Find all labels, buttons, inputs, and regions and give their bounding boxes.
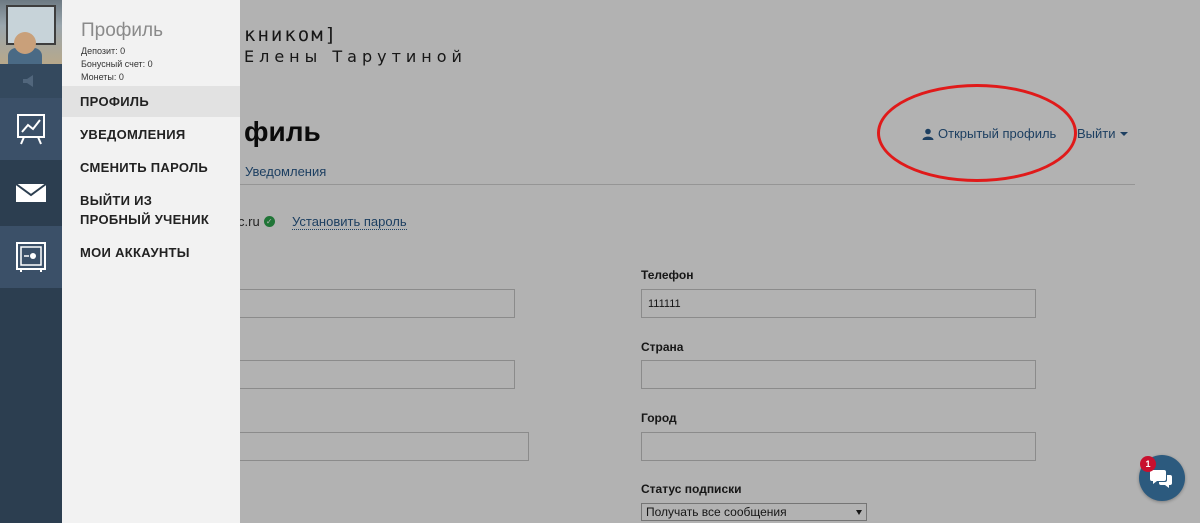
- subscription-select[interactable]: Получать все сообщения: [641, 503, 867, 521]
- rail-item-stats[interactable]: [0, 98, 62, 160]
- left-field-3[interactable]: [200, 432, 529, 461]
- bonus-balance: Бонусный счет: 0: [81, 59, 153, 69]
- city-field[interactable]: [641, 432, 1036, 461]
- email-text: c.ru: [238, 214, 260, 229]
- coins-balance: Монеты: 0: [81, 72, 124, 82]
- country-field[interactable]: [641, 360, 1036, 389]
- deposit-balance: Депозит: 0: [81, 46, 126, 56]
- chat-unread-badge: 1: [1140, 456, 1156, 472]
- rail-item-safe[interactable]: [0, 226, 62, 288]
- dropdown-arrow-icon: [856, 509, 862, 515]
- caret-down-icon: [1119, 131, 1128, 136]
- icon-rail: [0, 0, 62, 523]
- logout-dropdown[interactable]: Выйти: [1077, 126, 1128, 141]
- menu-item-my-accounts[interactable]: МОИ АККАУНТЫ: [62, 243, 240, 262]
- email-display: c.ru ✓: [238, 214, 275, 229]
- envelope-icon: [15, 183, 47, 202]
- surname-field[interactable]: [200, 360, 515, 389]
- brand-title: кником]: [244, 24, 339, 46]
- city-label: Город: [641, 411, 677, 425]
- verified-check-icon: ✓: [263, 216, 275, 227]
- menu-item-exit-trial[interactable]: ВЫЙТИ ИЗ ПРОБНЫЙ УЧЕНИК: [62, 191, 240, 229]
- name-field[interactable]: [200, 289, 515, 318]
- phone-label: Телефон: [641, 268, 694, 282]
- profile-menu-panel: Профиль Депозит: 0 Бонусный счет: 0 Моне…: [62, 0, 240, 523]
- set-password-link[interactable]: Установить пароль: [292, 214, 407, 230]
- avatar[interactable]: [0, 0, 62, 64]
- rail-item-messages[interactable]: [0, 162, 62, 224]
- safe-icon: [16, 242, 46, 272]
- annotation-circle: [877, 84, 1077, 182]
- subscription-value: Получать все сообщения: [646, 505, 787, 519]
- speaker-icon[interactable]: [0, 64, 62, 98]
- brand-subtitle: Елены Тарутиной: [244, 47, 467, 66]
- tab-notifications[interactable]: Уведомления: [245, 164, 326, 179]
- country-label: Страна: [641, 340, 684, 354]
- phone-field[interactable]: 111111: [641, 289, 1036, 318]
- logout-label: Выйти: [1077, 126, 1116, 141]
- tabs-divider: [230, 184, 1135, 185]
- menu-item-change-password[interactable]: СМЕНИТЬ ПАРОЛЬ: [62, 158, 240, 177]
- menu-item-notifications[interactable]: УВЕДОМЛЕНИЯ: [62, 125, 240, 144]
- menu-item-profile[interactable]: ПРОФИЛЬ: [62, 86, 240, 117]
- subscription-label: Статус подписки: [641, 482, 742, 496]
- chart-board-icon: [17, 114, 45, 145]
- panel-title: Профиль: [81, 20, 164, 41]
- page-title: филь: [244, 116, 321, 147]
